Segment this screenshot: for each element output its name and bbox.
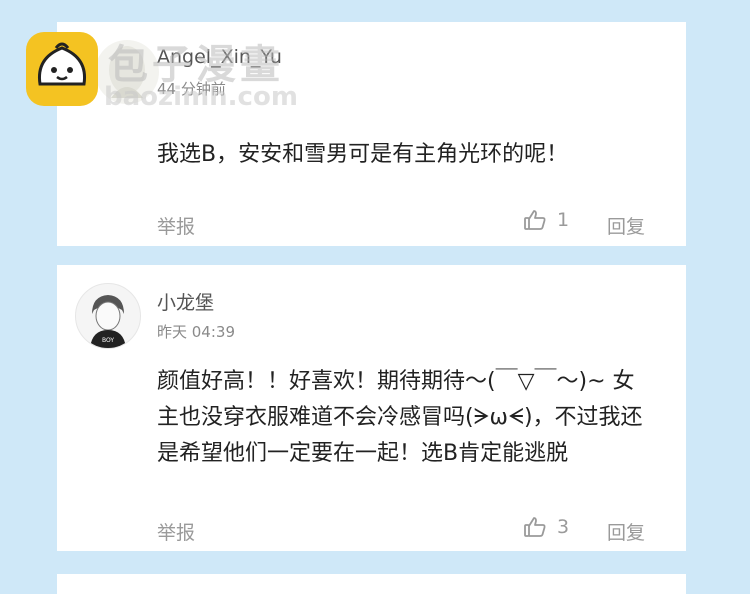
username[interactable]: 小龙堡	[157, 288, 214, 315]
report-button[interactable]: 举报	[157, 212, 195, 239]
like-button[interactable]: 1	[523, 208, 569, 232]
comment-card	[57, 574, 686, 594]
avatar[interactable]: BOY	[75, 283, 141, 349]
like-count: 1	[557, 209, 570, 231]
watermark-url: baozimh.com	[104, 82, 298, 112]
comment-text: 我选B，安安和雪男可是有主角光环的呢！	[157, 142, 569, 167]
like-button[interactable]: 3	[523, 515, 569, 539]
comment-time: 昨天 04:39	[157, 323, 235, 341]
comment-text: 颜值好高！！好喜欢！期待期待～(￣▽￣～)~ 女主也没穿衣服难道不会冷感冒吗(ᗒ…	[157, 369, 643, 466]
baozi-logo-icon	[26, 32, 98, 106]
reply-button[interactable]: 回复	[607, 518, 645, 545]
thumbs-up-icon	[523, 208, 547, 232]
report-button[interactable]: 举报	[157, 518, 195, 545]
reply-button[interactable]: 回复	[607, 212, 645, 239]
thumbs-up-icon	[523, 515, 547, 539]
comment-card: BOY 小龙堡 昨天 04:39 颜值好高！！好喜欢！期待期待～(￣▽￣～)~ …	[57, 265, 686, 551]
svg-text:BOY: BOY	[102, 337, 114, 344]
like-count: 3	[557, 516, 570, 538]
